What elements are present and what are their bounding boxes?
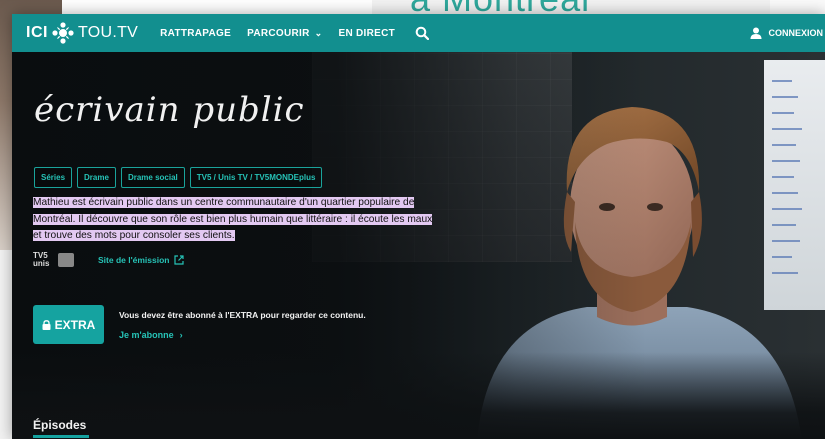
hero-bottom-fade (12, 352, 825, 439)
tag-drame[interactable]: Drame (77, 167, 116, 188)
tag-network[interactable]: TV5 / Unis TV / TV5MONDEplus (189, 167, 323, 188)
lock-icon (42, 319, 51, 330)
tag-series[interactable]: Séries (34, 167, 73, 188)
episodes-tab-indicator (33, 435, 89, 438)
external-link-icon (174, 255, 185, 265)
tv5monde-logo (58, 253, 74, 267)
episodes-heading[interactable]: Épisodes (33, 418, 86, 432)
background-strip (62, 0, 372, 14)
subscription-notice: Vous devez être abonné à l'EXTRA pour re… (119, 310, 366, 320)
extra-button[interactable]: EXTRA (33, 305, 104, 344)
chevron-down-icon: ⌄ (314, 27, 323, 38)
cbc-gem-icon (52, 22, 74, 44)
site-link-label: Site de l'émission (98, 255, 170, 265)
chevron-right-icon: › (179, 330, 183, 340)
nav-en-direct[interactable]: EN DIRECT (338, 28, 395, 39)
extra-button-label: EXTRA (54, 317, 96, 332)
synopsis-line: Mathieu est écrivain public dans un cent… (33, 197, 415, 208)
site-emission-link[interactable]: Site de l'émission (98, 255, 185, 265)
broadcaster-row: TV5 unis Site de l'émission (33, 251, 185, 268)
connexion-button[interactable]: CONNEXION (750, 14, 825, 52)
synopsis-line: Montréal. Il découvre que son rôle est b… (33, 213, 433, 225)
site-logo[interactable]: ICI TOU.TV (26, 14, 138, 52)
genre-tags: Séries Drame Drame social TV5 / Unis TV … (34, 167, 327, 188)
nav-rattrapage-label: RATTRAPAGE (160, 27, 232, 39)
show-title: écrivain public (34, 90, 305, 130)
nav-parcourir[interactable]: PARCOURIR ⌄ (247, 28, 322, 39)
logo-ici-text: ICI (26, 24, 48, 41)
user-icon (750, 27, 762, 39)
nav-parcourir-label: PARCOURIR (247, 27, 310, 39)
logo-toutv-text: TOU.TV (77, 24, 139, 41)
subscribe-link-label: Je m'abonne (119, 330, 174, 340)
show-synopsis: Mathieu est écrivain public dans un cent… (33, 195, 463, 245)
tag-drame-social[interactable]: Drame social (120, 167, 185, 188)
synopsis-line: et trouve des mots pour consoler ses cli… (33, 230, 235, 241)
show-hero: écrivain public Séries Drame Drame socia… (12, 52, 825, 439)
toutv-window: ICI TOU.TV RATTRAPAGE PARCOURIR ⌄ EN DIRE… (12, 14, 825, 439)
subscribe-link[interactable]: Je m'abonne › (119, 330, 183, 340)
connexion-label: CONNEXION (768, 28, 823, 38)
search-icon[interactable] (415, 26, 430, 40)
nav-rattrapage[interactable]: RATTRAPAGE (160, 28, 231, 39)
top-navbar: ICI TOU.TV RATTRAPAGE PARCOURIR ⌄ EN DIRE… (12, 14, 825, 52)
nav-en-direct-label: EN DIRECT (338, 27, 396, 39)
tv5-unis-logo: TV5 unis (33, 251, 50, 268)
